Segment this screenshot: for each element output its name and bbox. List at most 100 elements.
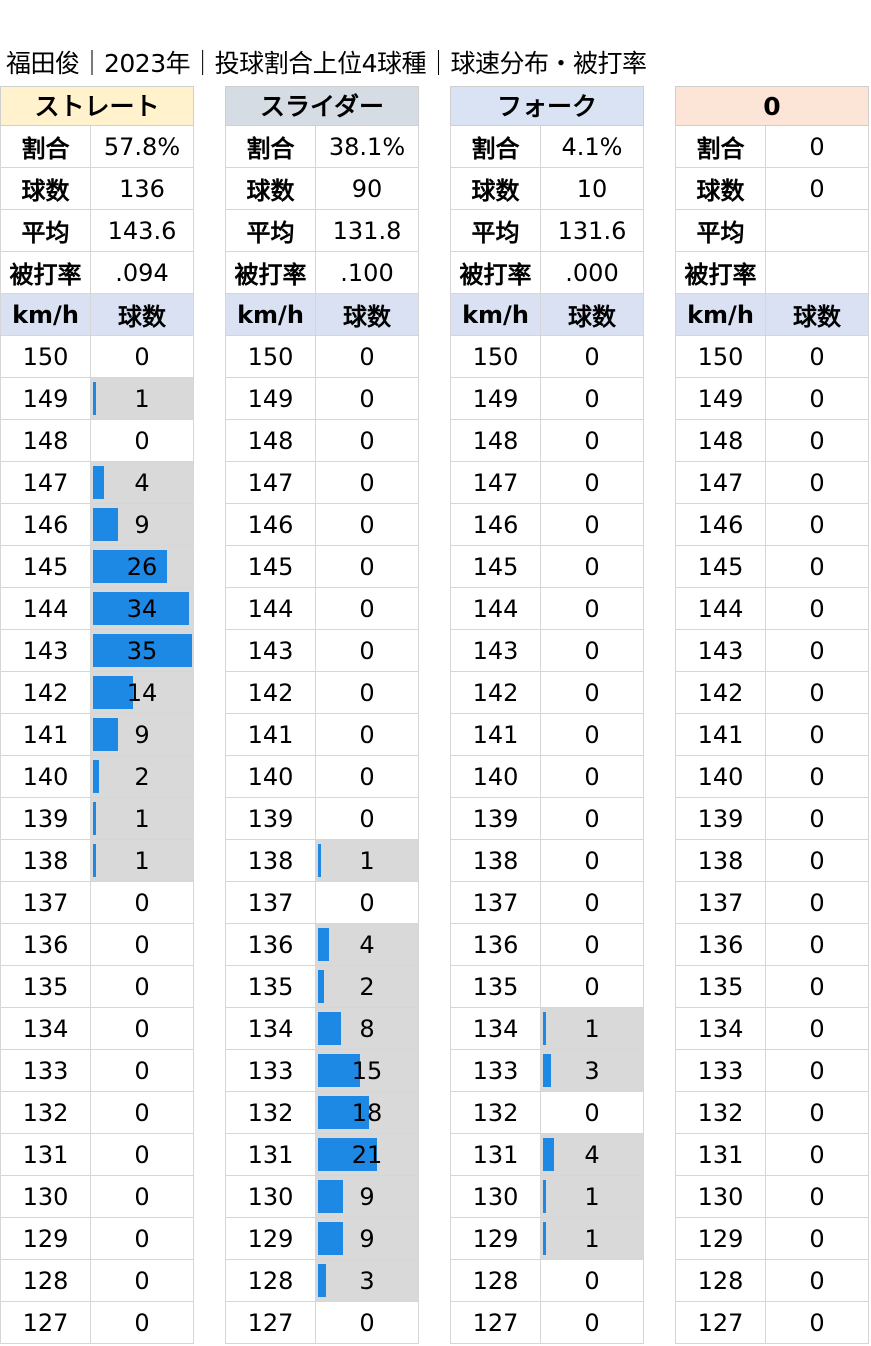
pitch-count-cell: 0: [766, 1218, 869, 1259]
pitch-count-cell: 0: [541, 504, 644, 545]
data-label: 0: [584, 342, 600, 371]
data-bar: [318, 1180, 344, 1213]
pitch-count-cell: 9: [316, 1176, 419, 1217]
speed-row: 143 0: [675, 630, 869, 672]
speed-label: 136: [225, 924, 316, 965]
speed-row: 148 0: [0, 420, 194, 462]
speed-row: 128 0: [0, 1260, 194, 1302]
stat-value: .094: [91, 252, 194, 293]
pitch-count-cell: 0: [541, 966, 644, 1007]
stat-row-count: 球数 136: [0, 168, 194, 210]
data-bar: [318, 1012, 341, 1045]
speed-label: 141: [675, 714, 766, 755]
speed-label: 130: [225, 1176, 316, 1217]
speed-label: 132: [675, 1092, 766, 1133]
speed-label: 129: [0, 1218, 91, 1259]
column-header-kmh: km/h: [0, 294, 91, 335]
speed-row: 146 0: [225, 504, 419, 546]
pitch-count-cell: 34: [91, 588, 194, 629]
speed-row: 146 0: [450, 504, 644, 546]
stat-row-batting-average: 被打率 .100: [225, 252, 419, 294]
speed-row: 141 0: [225, 714, 419, 756]
data-bar: [93, 382, 96, 415]
speed-label: 128: [450, 1260, 541, 1301]
speed-row: 129 0: [675, 1218, 869, 1260]
speed-row: 149 1: [0, 378, 194, 420]
speed-label: 129: [675, 1218, 766, 1259]
pitch-count-cell: 0: [766, 588, 869, 629]
data-label: 0: [809, 930, 825, 959]
speed-label: 133: [0, 1050, 91, 1091]
column-header-pitches: 球数: [766, 294, 869, 335]
speed-label: 134: [225, 1008, 316, 1049]
speed-row: 142 0: [450, 672, 644, 714]
stat-value: .000: [541, 252, 644, 293]
data-label: 21: [351, 1140, 383, 1169]
speed-row: 138 1: [225, 840, 419, 882]
pitch-count-cell: 0: [541, 714, 644, 755]
pitch-count-cell: 0: [766, 714, 869, 755]
stat-row-ratio: 割合 0: [675, 126, 869, 168]
speed-row: 127 0: [450, 1302, 644, 1344]
data-label: 14: [126, 678, 158, 707]
data-label: 0: [359, 888, 375, 917]
pitch-type-header: 0: [675, 86, 869, 126]
speed-label: 138: [450, 840, 541, 881]
speed-label: 144: [0, 588, 91, 629]
speed-label: 136: [450, 924, 541, 965]
speed-row: 127 0: [0, 1302, 194, 1344]
data-label: 0: [809, 426, 825, 455]
speed-label: 127: [450, 1302, 541, 1343]
speed-label: 129: [450, 1218, 541, 1259]
speed-label: 145: [0, 546, 91, 587]
pitch-count-cell: 0: [541, 756, 644, 797]
pitch-count-cell: 0: [316, 336, 419, 377]
stat-label: 平均: [675, 210, 766, 251]
speed-row: 145 26: [0, 546, 194, 588]
data-label: 0: [584, 888, 600, 917]
speed-label: 136: [0, 924, 91, 965]
speed-label: 149: [0, 378, 91, 419]
pitch-count-cell: 0: [91, 1218, 194, 1259]
speed-row: 133 0: [675, 1050, 869, 1092]
data-label: 0: [809, 972, 825, 1001]
speed-row: 139 0: [675, 798, 869, 840]
pitch-count-cell: 0: [766, 462, 869, 503]
speed-row: 138 1: [0, 840, 194, 882]
data-bar: [93, 466, 105, 499]
data-bar: [318, 928, 330, 961]
speed-row: 147 0: [675, 462, 869, 504]
speed-label: 141: [225, 714, 316, 755]
speed-row: 132 0: [450, 1092, 644, 1134]
data-label: 0: [584, 384, 600, 413]
pitch-count-cell: 0: [316, 672, 419, 713]
speed-label: 134: [450, 1008, 541, 1049]
speed-row: 138 0: [450, 840, 644, 882]
speed-row: 131 0: [0, 1134, 194, 1176]
speed-row: 128 3: [225, 1260, 419, 1302]
data-label: 0: [809, 510, 825, 539]
speed-row: 137 0: [225, 882, 419, 924]
speed-label: 143: [225, 630, 316, 671]
data-bar: [318, 1264, 327, 1297]
pitch-count-cell: 9: [91, 504, 194, 545]
data-label: 0: [134, 1098, 150, 1127]
speed-label: 128: [225, 1260, 316, 1301]
speed-row: 143 0: [450, 630, 644, 672]
column-header-row: km/h 球数: [450, 294, 644, 336]
pitch-count-cell: 0: [541, 798, 644, 839]
data-label: 0: [584, 930, 600, 959]
speed-row: 132 18: [225, 1092, 419, 1134]
speed-label: 148: [225, 420, 316, 461]
data-label: 0: [584, 1308, 600, 1337]
pitch-count-cell: 0: [316, 756, 419, 797]
pitch-count-cell: 0: [766, 336, 869, 377]
pitch-count-cell: 0: [766, 1092, 869, 1133]
data-label: 0: [359, 720, 375, 749]
pitch-count-cell: 0: [316, 378, 419, 419]
speed-label: 128: [0, 1260, 91, 1301]
speed-label: 128: [675, 1260, 766, 1301]
speed-row: 134 0: [675, 1008, 869, 1050]
data-label: 0: [809, 342, 825, 371]
stat-row-ratio: 割合 4.1%: [450, 126, 644, 168]
